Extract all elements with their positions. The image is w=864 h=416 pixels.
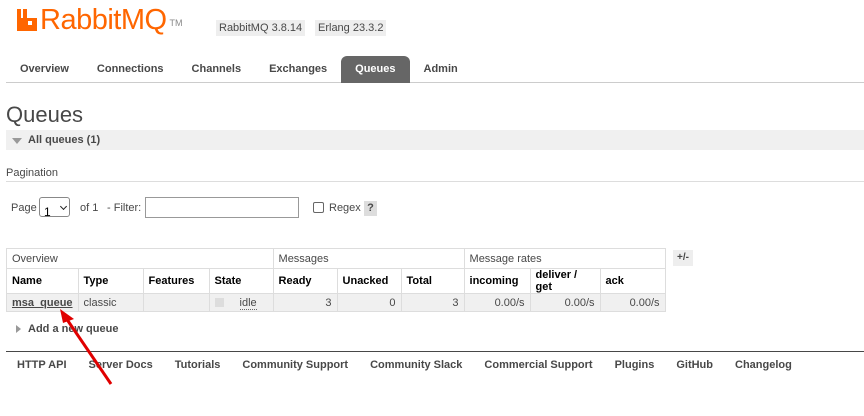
queue-unacked: 0 — [336, 293, 402, 312]
divider — [6, 181, 864, 182]
col-unacked[interactable]: Unacked — [336, 268, 402, 294]
main-nav-tabs: Overview Connections Channels Exchanges … — [6, 56, 864, 83]
footer-link-server-docs[interactable]: Server Docs — [78, 359, 164, 371]
table-row[interactable]: msa_queue classic idle 3 0 3 0.00/s 0.00… — [6, 293, 666, 312]
tab-admin[interactable]: Admin — [410, 56, 472, 83]
pagination-label: Pagination — [6, 167, 58, 179]
queue-incoming-rate: 0.00/s — [463, 293, 531, 312]
queue-state: idle — [208, 293, 274, 312]
footer-link-community-support[interactable]: Community Support — [231, 359, 359, 371]
rabbitmq-logo[interactable]: RabbitMQ TM — [16, 4, 183, 36]
col-features[interactable]: Features — [142, 268, 210, 294]
group-overview: Overview — [6, 248, 274, 269]
column-toggle-button[interactable]: +/- — [673, 250, 693, 266]
rabbit-logo-icon — [17, 9, 37, 31]
logo-trademark: TM — [169, 18, 183, 28]
queues-table: Overview Messages Message rates Name Typ… — [6, 248, 666, 312]
tab-overview[interactable]: Overview — [6, 56, 83, 83]
page-select[interactable]: 1 — [39, 197, 70, 219]
collapse-triangle-icon — [12, 138, 22, 144]
all-queues-section-toggle[interactable]: All queues (1) — [6, 130, 864, 150]
header: RabbitMQ TM RabbitMQ 3.8.14 Erlang 23.3.… — [0, 0, 864, 44]
tab-channels[interactable]: Channels — [178, 56, 256, 83]
footer-links: HTTP API Server Docs Tutorials Community… — [6, 359, 803, 371]
queue-features — [142, 293, 210, 312]
tab-connections[interactable]: Connections — [83, 56, 178, 83]
page-label: Page — [11, 202, 37, 214]
queue-name-link[interactable]: msa_queue — [6, 293, 79, 312]
pagination-controls: Page 1 of 1 - Filter: Regex ? — [11, 197, 411, 219]
footer-link-http-api[interactable]: HTTP API — [6, 359, 78, 371]
footer-link-community-slack[interactable]: Community Slack — [359, 359, 473, 371]
queue-deliver-rate: 0.00/s — [529, 293, 601, 312]
footer-divider — [6, 351, 864, 352]
queue-type: classic — [77, 293, 144, 312]
add-new-queue-toggle[interactable]: Add a new queue — [28, 323, 118, 335]
col-state[interactable]: State — [208, 268, 274, 294]
regex-label: Regex — [329, 202, 361, 214]
group-message-rates: Message rates — [463, 248, 666, 269]
queue-total: 3 — [400, 293, 465, 312]
regex-checkbox[interactable] — [313, 202, 324, 213]
col-ready[interactable]: Ready — [272, 268, 338, 294]
col-type[interactable]: Type — [77, 268, 144, 294]
erlang-version: Erlang 23.3.2 — [315, 20, 387, 36]
col-deliver-get[interactable]: deliver / get — [529, 268, 601, 294]
page-select-value: 1 — [44, 205, 51, 219]
page-count: of 1 — [80, 202, 99, 214]
rabbitmq-version: RabbitMQ 3.8.14 — [216, 20, 306, 36]
queue-ready: 3 — [272, 293, 338, 312]
footer-link-changelog[interactable]: Changelog — [724, 359, 803, 371]
expand-triangle-icon — [16, 325, 21, 333]
footer-link-tutorials[interactable]: Tutorials — [164, 359, 232, 371]
state-indicator-icon — [214, 298, 224, 308]
regex-help-button[interactable]: ? — [364, 201, 377, 216]
footer-link-github[interactable]: GitHub — [665, 359, 724, 371]
col-name[interactable]: Name — [6, 268, 79, 294]
tab-queues[interactable]: Queues — [341, 56, 410, 83]
col-ack[interactable]: ack — [599, 268, 666, 294]
page-title: Queues — [6, 102, 84, 127]
filter-input[interactable] — [145, 197, 299, 218]
chevron-down-icon — [59, 202, 68, 211]
col-incoming[interactable]: incoming — [463, 268, 531, 294]
col-total[interactable]: Total — [400, 268, 465, 294]
filter-label: - Filter: — [107, 202, 142, 214]
group-messages: Messages — [272, 248, 465, 269]
section-title: All queues (1) — [28, 134, 101, 146]
footer-link-plugins[interactable]: Plugins — [604, 359, 666, 371]
tab-exchanges[interactable]: Exchanges — [255, 56, 341, 83]
footer-link-commercial-support[interactable]: Commercial Support — [473, 359, 603, 371]
queue-ack-rate: 0.00/s — [599, 293, 666, 312]
logo-text: RabbitMQ — [40, 4, 167, 36]
